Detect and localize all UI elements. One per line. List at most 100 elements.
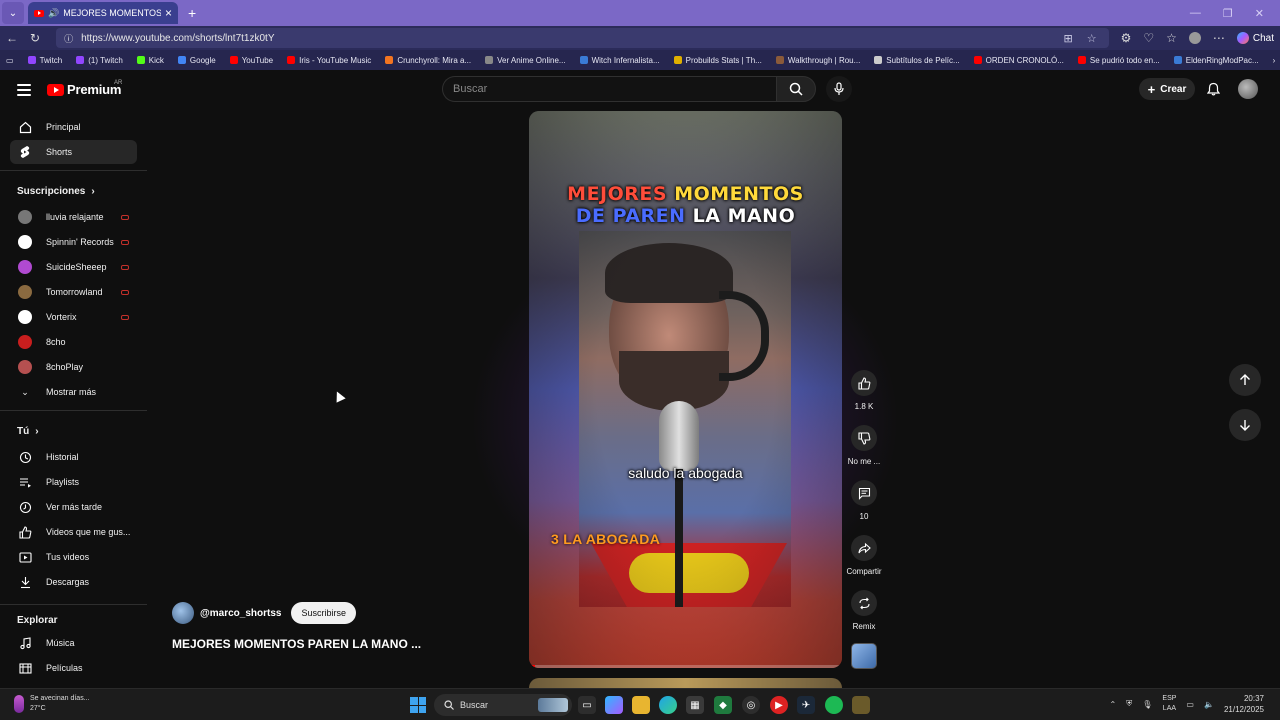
- spotify-icon[interactable]: [825, 696, 843, 714]
- subscription-item[interactable]: SuicideSheeep: [10, 255, 137, 279]
- more-menu-icon[interactable]: ⋯: [1213, 31, 1225, 45]
- extensions-icon[interactable]: ⚙: [1121, 31, 1132, 45]
- sidebar-item-musica[interactable]: Música: [10, 631, 137, 655]
- taskbar-search[interactable]: Buscar: [434, 694, 572, 716]
- bookmark-item[interactable]: Subtítulos de Pelíc...: [874, 56, 960, 65]
- next-short-button[interactable]: [1229, 409, 1261, 441]
- youtube-premium-logo[interactable]: Premium: [47, 82, 121, 97]
- browser-essentials-icon[interactable]: ♡: [1143, 31, 1154, 45]
- sidebar-item-principal[interactable]: Principal: [10, 115, 137, 139]
- weather-widget[interactable]: Se avecinan días... 27°C: [14, 694, 90, 714]
- github-desktop-icon[interactable]: ◎: [742, 696, 760, 714]
- remix-button[interactable]: [851, 590, 877, 616]
- volume-icon[interactable]: 🔈: [1204, 700, 1214, 709]
- search-button[interactable]: [776, 76, 816, 102]
- next-short-preview[interactable]: [529, 678, 842, 688]
- bookmarks-overflow-icon[interactable]: ›: [1273, 56, 1276, 65]
- show-more-button[interactable]: ⌄ Mostrar más: [10, 380, 137, 404]
- menu-icon[interactable]: [17, 84, 31, 96]
- account-avatar[interactable]: [1238, 79, 1258, 99]
- reading-list-icon[interactable]: ▭: [6, 56, 14, 65]
- minimize-button[interactable]: —: [1190, 7, 1201, 20]
- subscription-item[interactable]: Tomorrowland: [10, 280, 137, 304]
- subscription-item[interactable]: 8choPlay: [10, 355, 137, 379]
- dislike-button[interactable]: [851, 425, 877, 451]
- sidebar-item-tus-videos[interactable]: Tus videos: [10, 545, 137, 569]
- task-view-icon[interactable]: ▭: [578, 696, 596, 714]
- bookmark-item[interactable]: Google: [177, 56, 216, 65]
- edge-browser-icon[interactable]: [659, 696, 677, 714]
- video-progress-bar[interactable]: [529, 665, 842, 668]
- previous-short-button[interactable]: [1229, 364, 1261, 396]
- bookmark-item[interactable]: Se pudrió todo en...: [1077, 56, 1160, 65]
- bookmark-item[interactable]: ORDEN CRONOLÓ...: [973, 56, 1064, 65]
- search-input[interactable]: Buscar: [442, 76, 776, 102]
- create-button[interactable]: + Crear: [1139, 78, 1195, 100]
- bookmark-item[interactable]: YouTube: [229, 56, 273, 65]
- new-tab-button[interactable]: +: [188, 5, 196, 21]
- bookmark-item[interactable]: Iris - YouTube Music: [287, 56, 371, 65]
- subscription-item[interactable]: Spinnin' Records: [10, 230, 137, 254]
- bookmark-item[interactable]: Walkthrough | Rou...: [775, 56, 860, 65]
- subscriptions-heading[interactable]: Suscripciones ›: [17, 186, 95, 197]
- notifications-button[interactable]: [1202, 78, 1224, 100]
- url-field[interactable]: ⓘ https://www.youtube.com/shorts/lnt7t1z…: [56, 28, 1109, 48]
- subscribe-button[interactable]: Suscribirse: [291, 602, 356, 624]
- game-launcher-icon[interactable]: [852, 696, 870, 714]
- steam-icon[interactable]: ✈: [797, 696, 815, 714]
- sidebar-item-descargas[interactable]: Descargas: [10, 570, 137, 594]
- channel-avatar[interactable]: [172, 602, 194, 624]
- show-hidden-icons-icon[interactable]: ⌃: [1110, 700, 1117, 709]
- sidebar-item-peliculas[interactable]: Películas: [10, 656, 137, 680]
- browser-tab[interactable]: 🔊 MEJORES MOMENTOS PAREN ×: [28, 2, 178, 24]
- copilot-chat-button[interactable]: Chat: [1236, 32, 1274, 44]
- app-available-icon[interactable]: ⊞: [1063, 32, 1072, 45]
- start-button[interactable]: [410, 697, 426, 713]
- subscription-item[interactable]: 8cho: [10, 330, 137, 354]
- youtube-music-icon[interactable]: ▶: [770, 696, 788, 714]
- bookmark-item[interactable]: Witch Infernalista...: [579, 56, 660, 65]
- security-icon[interactable]: ⛨: [1126, 699, 1132, 709]
- maximize-button[interactable]: ❐: [1223, 7, 1233, 20]
- reload-icon[interactable]: ↻: [30, 31, 40, 45]
- original-audio-thumbnail[interactable]: [851, 643, 877, 669]
- sidebar-item-ver-mas-tarde[interactable]: Ver más tarde: [10, 495, 137, 519]
- bookmark-item[interactable]: Kick: [136, 56, 164, 65]
- you-heading[interactable]: Tú ›: [17, 426, 39, 437]
- microphone-tray-icon[interactable]: 🎙: [1142, 700, 1152, 709]
- back-icon[interactable]: ←: [6, 31, 18, 45]
- bookmark-item[interactable]: Twitch: [27, 56, 62, 65]
- site-info-icon[interactable]: ⓘ: [64, 32, 73, 45]
- comments-button[interactable]: [851, 480, 877, 506]
- like-button[interactable]: [851, 370, 877, 396]
- favorite-star-icon[interactable]: ☆: [1087, 32, 1097, 45]
- subscription-item[interactable]: Vorterix: [10, 305, 137, 329]
- bookmark-item[interactable]: Ver Anime Online...: [485, 56, 566, 65]
- clock[interactable]: 20:37 21/12/2025: [1224, 693, 1264, 715]
- short-video-player[interactable]: MEJORES MOMENTOS DE PAREN LA MANO saludo…: [529, 111, 842, 668]
- sidebar-item-playlists[interactable]: Playlists: [10, 470, 137, 494]
- channel-name[interactable]: @marco_shortss: [200, 608, 281, 619]
- voice-search-button[interactable]: [826, 76, 852, 102]
- short-title[interactable]: MEJORES MOMENTOS PAREN LA MANO ...: [172, 637, 421, 651]
- sidebar-item-shorts[interactable]: Shorts: [10, 140, 137, 164]
- copilot-app-icon[interactable]: [605, 696, 623, 714]
- profile-avatar-icon[interactable]: [1188, 32, 1201, 44]
- bookmark-item[interactable]: (1) Twitch: [76, 56, 123, 65]
- language-indicator[interactable]: ESP LAA: [1162, 694, 1176, 714]
- file-explorer-icon[interactable]: [632, 696, 650, 714]
- store-icon[interactable]: ▦: [686, 696, 704, 714]
- bookmark-item[interactable]: Crunchyroll: Mira a...: [385, 56, 471, 65]
- close-tab-icon[interactable]: ×: [165, 6, 172, 20]
- sidebar-item-videos-que-me-gustan[interactable]: Videos que me gus...: [10, 520, 137, 544]
- speaker-icon[interactable]: 🔊: [48, 8, 59, 19]
- close-window-button[interactable]: ✕: [1255, 7, 1264, 20]
- subscription-item[interactable]: lluvia relajante: [10, 205, 137, 229]
- network-icon[interactable]: ▭: [1186, 700, 1194, 709]
- favorites-icon[interactable]: ☆: [1166, 31, 1177, 45]
- tab-actions-button[interactable]: ⌄: [2, 2, 24, 24]
- bookmark-item[interactable]: Probuilds Stats | Th...: [673, 56, 762, 65]
- sidebar-item-historial[interactable]: Historial: [10, 445, 137, 469]
- xbox-app-icon[interactable]: ◆: [714, 696, 732, 714]
- share-button[interactable]: [851, 535, 877, 561]
